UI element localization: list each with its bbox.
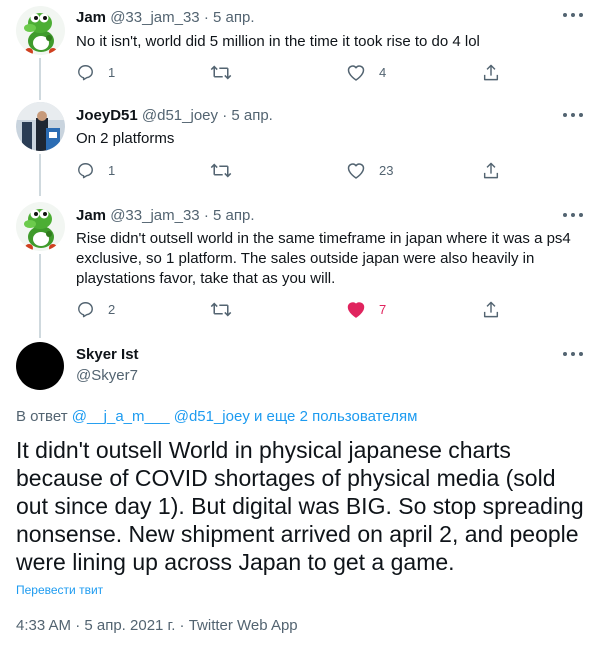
- share-icon: [482, 300, 500, 319]
- reply-icon: [76, 63, 95, 82]
- tweet-header: Jam @33_jam_33 · 5 апр.: [76, 8, 254, 28]
- like-button[interactable]: 4: [346, 62, 386, 82]
- display-name[interactable]: JoeyD51: [76, 107, 138, 124]
- tweet-text: No it isn't, world did 5 million in the …: [76, 33, 480, 50]
- reply-count: 1: [108, 162, 116, 178]
- reply-button[interactable]: 1: [76, 62, 115, 82]
- retweet-button[interactable]: [210, 62, 245, 82]
- reply-icon: [76, 300, 95, 319]
- share-button[interactable]: [482, 299, 500, 319]
- tweet-date[interactable]: 5 апр.: [231, 107, 272, 124]
- tweet-header: Jam @33_jam_33 · 5 апр.: [76, 206, 254, 226]
- reply-count: 1: [108, 64, 116, 80]
- heart-icon: [346, 63, 366, 82]
- like-button[interactable]: 23: [346, 160, 393, 180]
- share-button[interactable]: [482, 160, 500, 180]
- reply-button[interactable]: 1: [76, 160, 115, 180]
- tweet-text: On 2 platforms: [76, 130, 175, 147]
- share-icon: [482, 63, 500, 82]
- like-count: 23: [379, 162, 394, 178]
- reply-tweet-1[interactable]: Jam @33_jam_33 · 5 апр. No it isn't, wor…: [0, 0, 599, 88]
- thread-line: [39, 58, 41, 88]
- reply-tweet-2[interactable]: JoeyD51 @d51_joey · 5 апр. On 2 platform…: [0, 88, 599, 196]
- share-icon: [482, 161, 500, 180]
- retweet-icon: [210, 63, 232, 82]
- retweet-icon: [210, 300, 232, 319]
- replying-to-others[interactable]: и еще 2 пользователям: [254, 408, 417, 425]
- reply-icon: [76, 161, 95, 180]
- main-tweet-text: It didn't outsell World in physical japa…: [16, 437, 584, 575]
- tweet-date[interactable]: 5 апр.: [213, 207, 254, 224]
- avatar-yoshi[interactable]: [16, 202, 65, 251]
- avatar-skyer[interactable]: [16, 342, 64, 390]
- tweet-actions: 1 4: [76, 62, 506, 82]
- avatar-yoshi[interactable]: [16, 6, 65, 55]
- reply-count: 2: [108, 301, 116, 317]
- heart-icon: [346, 161, 366, 180]
- separator-dot: ·: [203, 9, 209, 26]
- user-handle[interactable]: @d51_joey: [142, 107, 218, 124]
- separator-dot: ·: [203, 207, 209, 224]
- share-button[interactable]: [482, 62, 500, 82]
- retweet-icon: [210, 161, 232, 180]
- separator-dot: ·: [222, 107, 228, 124]
- user-handle[interactable]: @33_jam_33: [110, 207, 199, 224]
- display-name[interactable]: Jam: [76, 9, 106, 26]
- retweet-button[interactable]: [210, 160, 245, 180]
- more-options-icon[interactable]: [562, 212, 584, 222]
- avatar-joey[interactable]: [16, 102, 65, 151]
- tweet-timestamp[interactable]: 4:33 AM · 5 апр. 2021 г. · Twitter Web A…: [16, 616, 298, 636]
- tweet-actions: 1 23: [76, 160, 506, 180]
- more-options-icon[interactable]: [562, 12, 584, 22]
- translate-tweet-link[interactable]: Перевести твит: [16, 582, 103, 598]
- replying-to-prefix: В ответ: [16, 408, 68, 425]
- heart-filled-icon: [346, 300, 366, 319]
- user-handle[interactable]: @33_jam_33: [110, 9, 199, 26]
- replying-to: В ответ @__j_a_m___ @d51_joey и еще 2 по…: [16, 407, 417, 427]
- tweet-date[interactable]: 5 апр.: [213, 9, 254, 26]
- tweet-header: JoeyD51 @d51_joey · 5 апр.: [76, 106, 273, 126]
- like-count: 4: [379, 64, 387, 80]
- more-options-icon[interactable]: [562, 351, 584, 361]
- like-count: 7: [379, 301, 387, 317]
- like-button[interactable]: 7: [346, 299, 386, 319]
- more-options-icon[interactable]: [562, 112, 584, 122]
- tweet-text: Rise didn't outsell world in the same ti…: [76, 230, 571, 287]
- display-name[interactable]: Jam: [76, 207, 106, 224]
- retweet-button[interactable]: [210, 299, 245, 319]
- thread-line: [39, 88, 41, 100]
- replying-to-users[interactable]: @__j_a_m___ @d51_joey: [72, 408, 250, 425]
- reply-tweet-3[interactable]: Jam @33_jam_33 · 5 апр. Rise didn't outs…: [0, 196, 599, 338]
- tweet-actions: 2 7: [76, 299, 506, 319]
- user-handle[interactable]: @Skyer7: [76, 366, 138, 386]
- reply-button[interactable]: 2: [76, 299, 115, 319]
- thread-line: [39, 154, 41, 196]
- display-name[interactable]: Skyer Ist: [76, 345, 139, 365]
- thread-line: [39, 254, 41, 338]
